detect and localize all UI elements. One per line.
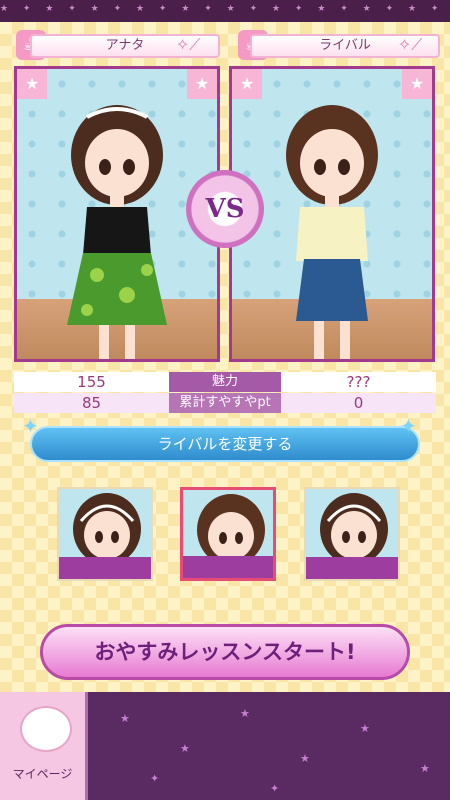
rival-avatar: [286, 105, 378, 359]
player-sleep-points-value: 85: [14, 393, 169, 413]
rival-choice-avatar: [320, 493, 388, 565]
player-avatar: [67, 105, 167, 359]
sparkle-icon: ✦: [400, 414, 417, 438]
rival-choice-avatar: [197, 494, 265, 566]
charm-label: 魅力: [169, 372, 281, 392]
wand-icon: ✧⟋: [397, 35, 423, 54]
start-lesson-button[interactable]: おやすみレッスンスタート!: [40, 624, 410, 680]
my-page-label: マイページ: [12, 767, 73, 781]
rival-choice-2[interactable]: [180, 487, 276, 581]
player-charm-value: 155: [14, 372, 169, 392]
rival-charm-value: ???: [281, 372, 436, 392]
sleep-points-label: 累計すやすやpt: [169, 393, 281, 413]
vs-badge: VS: [186, 170, 264, 248]
wand-icon: ✧⟋: [175, 35, 201, 54]
rival-choice-3[interactable]: [304, 487, 400, 581]
star-icon: ★: [232, 69, 262, 99]
stat-row-charm: 155 魅力 ???: [14, 372, 436, 392]
stat-row-sleep-points: 85 累計すやすやpt 0: [14, 393, 436, 413]
sheep-icon: [20, 706, 72, 752]
star-icon: ★: [187, 69, 217, 99]
star-icon: ★: [402, 69, 432, 99]
star-icon: ★: [17, 69, 47, 99]
rival-choice-avatar: [73, 493, 141, 565]
rival-sleep-points-value: 0: [281, 393, 436, 413]
rival-choice-1[interactable]: [57, 487, 153, 581]
change-rival-button[interactable]: ライバルを変更する: [30, 426, 420, 462]
top-border: ★ ✦ ★ ✦ ★ ✦ ★ ✦ ★ ✦ ★ ✦ ★ ✦ ★ ✦ ★ ✦ ★ ✦ …: [0, 0, 450, 22]
my-page-button[interactable]: マイページ: [0, 692, 88, 800]
